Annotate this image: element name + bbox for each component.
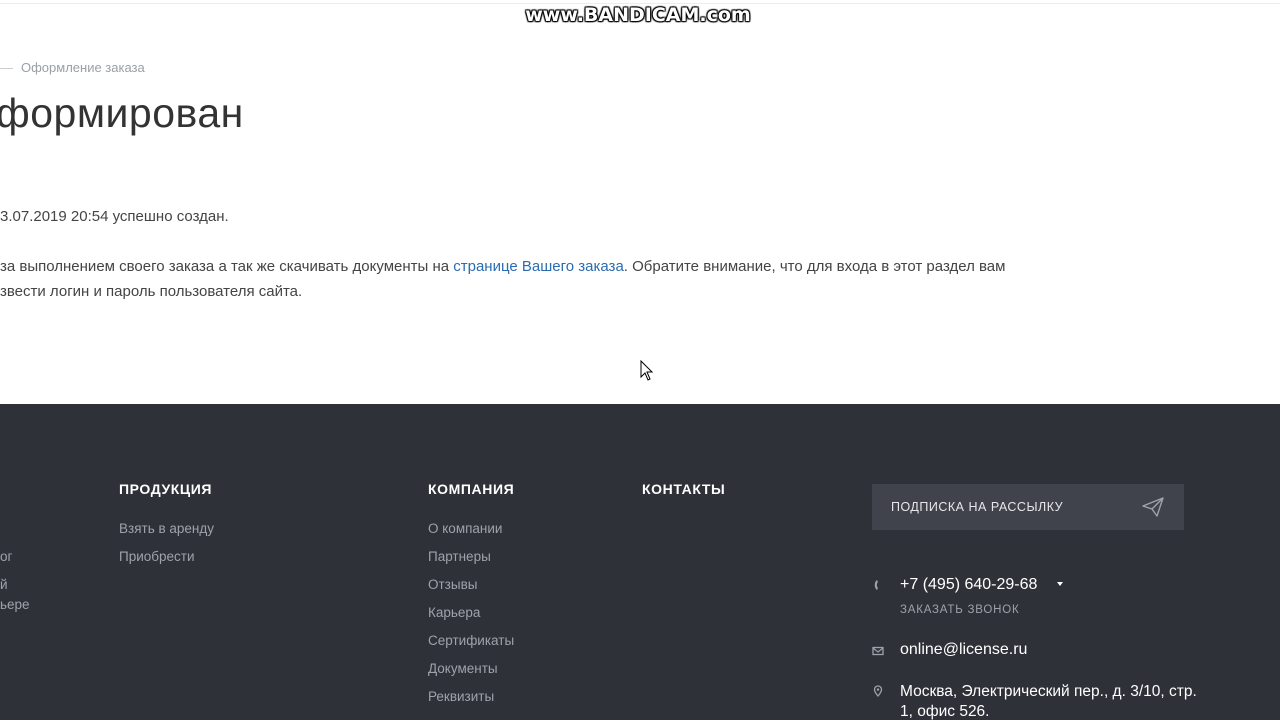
products-heading: ПРОДУКЦИЯ (119, 481, 213, 497)
callback-link[interactable]: ЗАКАЗАТЬ ЗВОНОК (900, 604, 1019, 616)
cursor-icon (640, 360, 654, 381)
subscribe-button[interactable]: ПОДПИСКА НА РАССЫЛКУ (872, 484, 1184, 530)
footer-left-link[interactable]: ьере (0, 597, 30, 612)
footer-link-requisites[interactable]: Реквизиты (428, 689, 494, 704)
address-text: Москва, Электрический пер., д. 3/10, стр… (900, 683, 1197, 720)
footer-left-link[interactable]: й (0, 577, 8, 592)
footer-link-reviews[interactable]: Отзывы (428, 577, 477, 592)
bandicam-watermark: www.BANDICAM.com (525, 4, 751, 26)
contacts-heading: КОНТАКТЫ (642, 481, 726, 497)
footer-link-partners[interactable]: Партнеры (428, 549, 491, 564)
mail-icon (872, 646, 884, 656)
company-heading: КОМПАНИЯ (428, 481, 515, 497)
footer-link-certificates[interactable]: Сертификаты (428, 633, 514, 648)
subscribe-label: ПОДПИСКА НА РАССЫЛКУ (891, 500, 1064, 514)
breadcrumb-separator: — (0, 60, 13, 75)
footer-link-about[interactable]: О компании (428, 521, 502, 536)
breadcrumb: — Оформление заказа (0, 60, 145, 75)
order-created-text: 3.07.2019 20:54 успешно создан. (0, 208, 229, 225)
page-title: формирован (0, 90, 244, 136)
email-link[interactable]: online@license.ru (900, 641, 1027, 659)
footer-link-career[interactable]: Карьера (428, 605, 480, 620)
order-info-part: за выполнением своего заказа а так же ск… (0, 258, 454, 275)
footer-link-documents[interactable]: Документы (428, 661, 498, 676)
order-info-part: . Обратите внимание, что для входа в это… (623, 258, 1006, 275)
location-icon (873, 685, 883, 697)
order-info-text: за выполнением своего заказа а так же ск… (0, 258, 1005, 275)
chevron-down-icon[interactable] (1057, 582, 1063, 586)
phone-number[interactable]: +7 (495) 640-29-68 (900, 576, 1037, 594)
send-icon (1142, 497, 1164, 517)
order-login-text: звести логин и пароль пользователя сайта… (0, 283, 303, 300)
footer-link-buy[interactable]: Приобрести (119, 549, 194, 564)
footer-left-link[interactable]: ог (0, 549, 12, 564)
breadcrumb-current: Оформление заказа (21, 60, 145, 75)
order-page-link[interactable]: странице Вашего заказа (453, 258, 624, 275)
site-footer: ог й ьере ПРОДУКЦИЯ Взять в аренду Приоб… (0, 404, 1280, 720)
footer-link-rent[interactable]: Взять в аренду (119, 521, 214, 536)
phone-icon (874, 580, 878, 590)
